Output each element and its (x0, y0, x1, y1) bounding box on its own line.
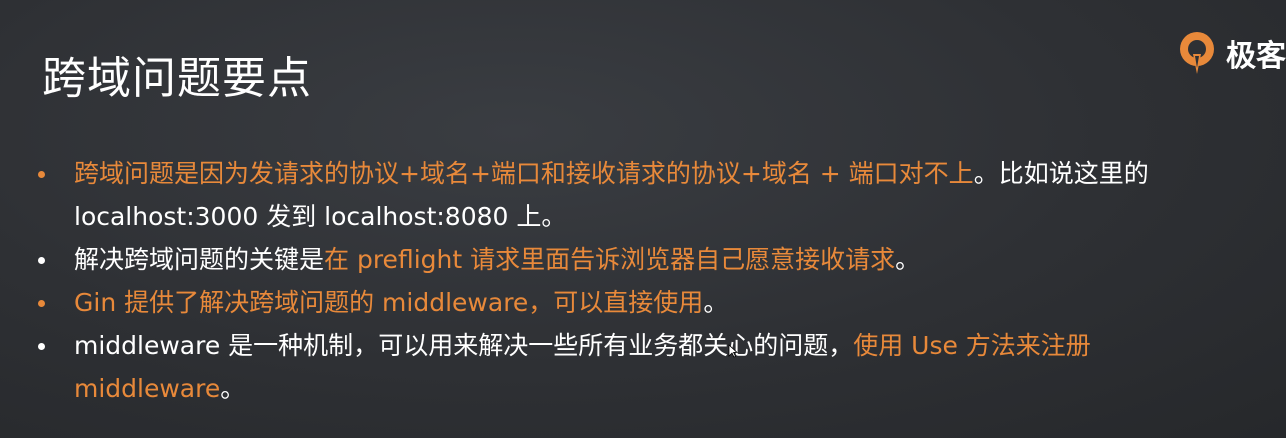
bullet-item: middleware 是一种机制，可以用来解决一些所有业务都关心的问题，使用 U… (36, 324, 1256, 410)
bullet-dot (38, 300, 45, 307)
bullet-list: 跨域问题是因为发请求的协议+域名+端口和接收请求的协议+域名 + 端口对不上。比… (36, 152, 1256, 410)
bullet-text-highlight: 在 preflight 请求里面告诉浏览器自己愿意接收请求 (324, 245, 896, 274)
bullet-text: 。 (220, 374, 246, 403)
bullet-item: 解决跨域问题的关键是在 preflight 请求里面告诉浏览器自己愿意接收请求。 (36, 238, 1256, 281)
bullet-text-highlight: 跨域问题是因为发请求的协议+域名+端口和接收请求的协议+域名 + 端口对不上 (74, 159, 974, 188)
bullet-text-highlight: Gin 提供了解决跨域问题的 middleware，可以直接使用 (74, 288, 704, 317)
mouse-cursor-icon (728, 344, 738, 358)
bullet-dot (38, 171, 45, 178)
bullet-dot (38, 257, 45, 264)
logo-text: 极客 (1226, 39, 1286, 74)
slide-title: 跨域问题要点 (42, 53, 312, 104)
bullet-text: 。 (703, 288, 729, 317)
bullet-item: 跨域问题是因为发请求的协议+域名+端口和接收请求的协议+域名 + 端口对不上。比… (36, 152, 1256, 238)
bullet-text: 解决跨域问题的关键是 (74, 245, 325, 274)
bullet-text: 。 (895, 245, 921, 274)
geek-logo-icon (1180, 32, 1214, 74)
brand-logo: 极客 (1176, 30, 1286, 76)
bullet-dot (38, 343, 45, 350)
bullet-item: Gin 提供了解决跨域问题的 middleware，可以直接使用。 (36, 281, 1256, 324)
